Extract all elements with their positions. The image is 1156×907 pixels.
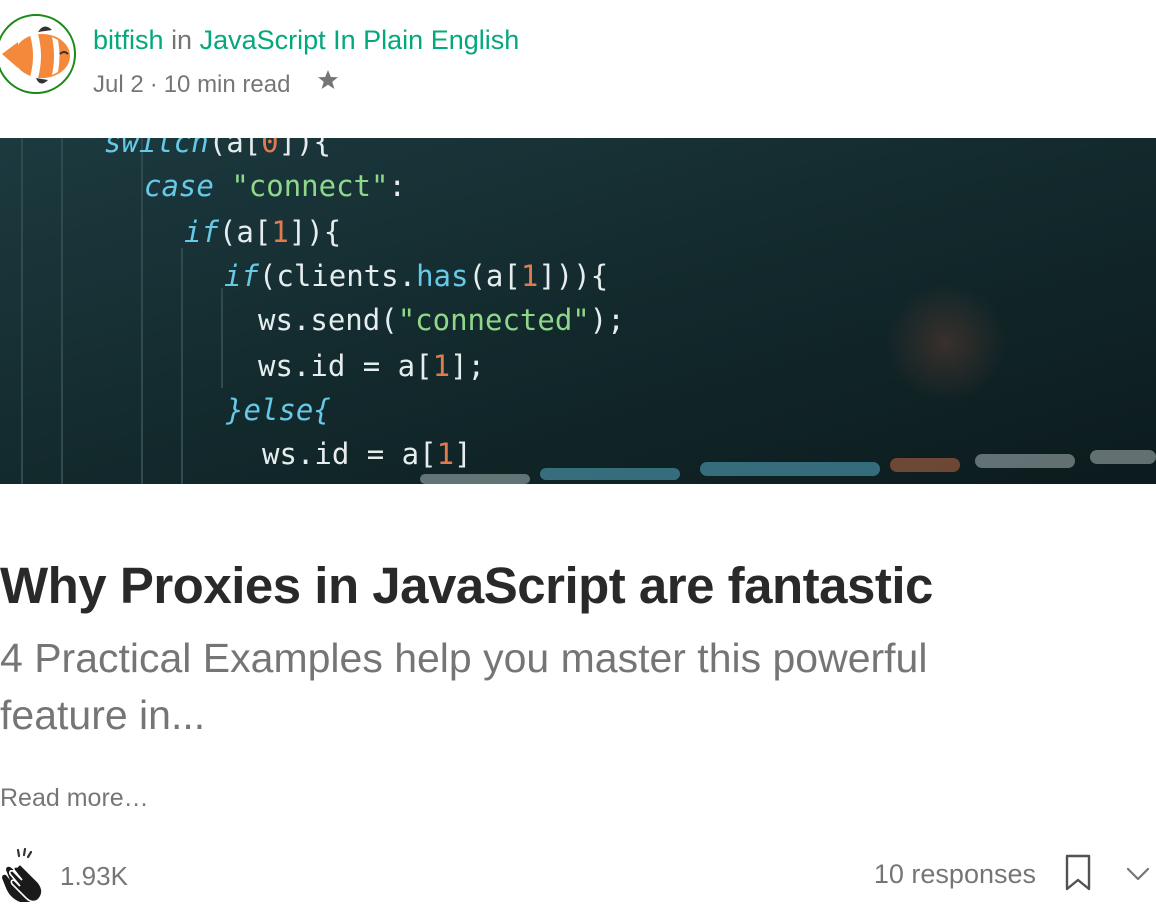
author-header: bitfish in JavaScript In Plain English J… [0,0,1156,110]
article-hero-image[interactable]: switch(a[0]){ case "connect": if(a[1]){ … [0,138,1156,484]
post-date: Jul 2 [93,71,144,98]
bookmark-icon [1065,854,1091,891]
clownfish-avatar-icon [2,26,70,84]
code-line-3: if(a[1]){ [184,215,341,249]
code-line-2: case "connect": [144,169,406,203]
code-line-8: ws.id = a[1] [262,437,472,471]
clap-icon [2,847,43,903]
author-line: bitfish in JavaScript In Plain English [93,22,519,58]
code-screenshot-image: switch(a[0]){ case "connect": if(a[1]){ … [0,138,1156,484]
meta-separator: · [149,71,158,98]
article-title[interactable]: Why Proxies in JavaScript are fantastic [0,556,1150,616]
chevron-down-icon [1126,867,1150,881]
code-line-1: switch(a[0]){ [104,138,331,159]
article-subtitle[interactable]: 4 Practical Examples help you master thi… [0,630,960,744]
in-label: in [171,25,193,55]
publication-link[interactable]: JavaScript In Plain English [200,25,520,55]
code-line-7: }else{ [225,393,331,427]
responses-link[interactable]: 10 responses [874,856,1036,892]
meta-line: Jul 2 · 10 min read [93,68,290,102]
clap-button[interactable] [0,847,48,903]
read-time: 10 min read [163,71,291,98]
code-line-5: ws.send("connected"); [258,303,625,337]
author-link[interactable]: bitfish [93,25,164,55]
more-options-button[interactable] [1124,862,1152,886]
bookmark-button[interactable] [1064,854,1092,892]
clap-count[interactable]: 1.93K [60,858,128,894]
author-avatar[interactable] [0,14,76,94]
code-line-4: if(clients.has(a[1])){ [224,259,608,293]
star-icon [318,70,338,89]
code-line-6: ws.id = a[1]; [258,349,485,383]
read-more-link[interactable]: Read more… [0,780,149,816]
